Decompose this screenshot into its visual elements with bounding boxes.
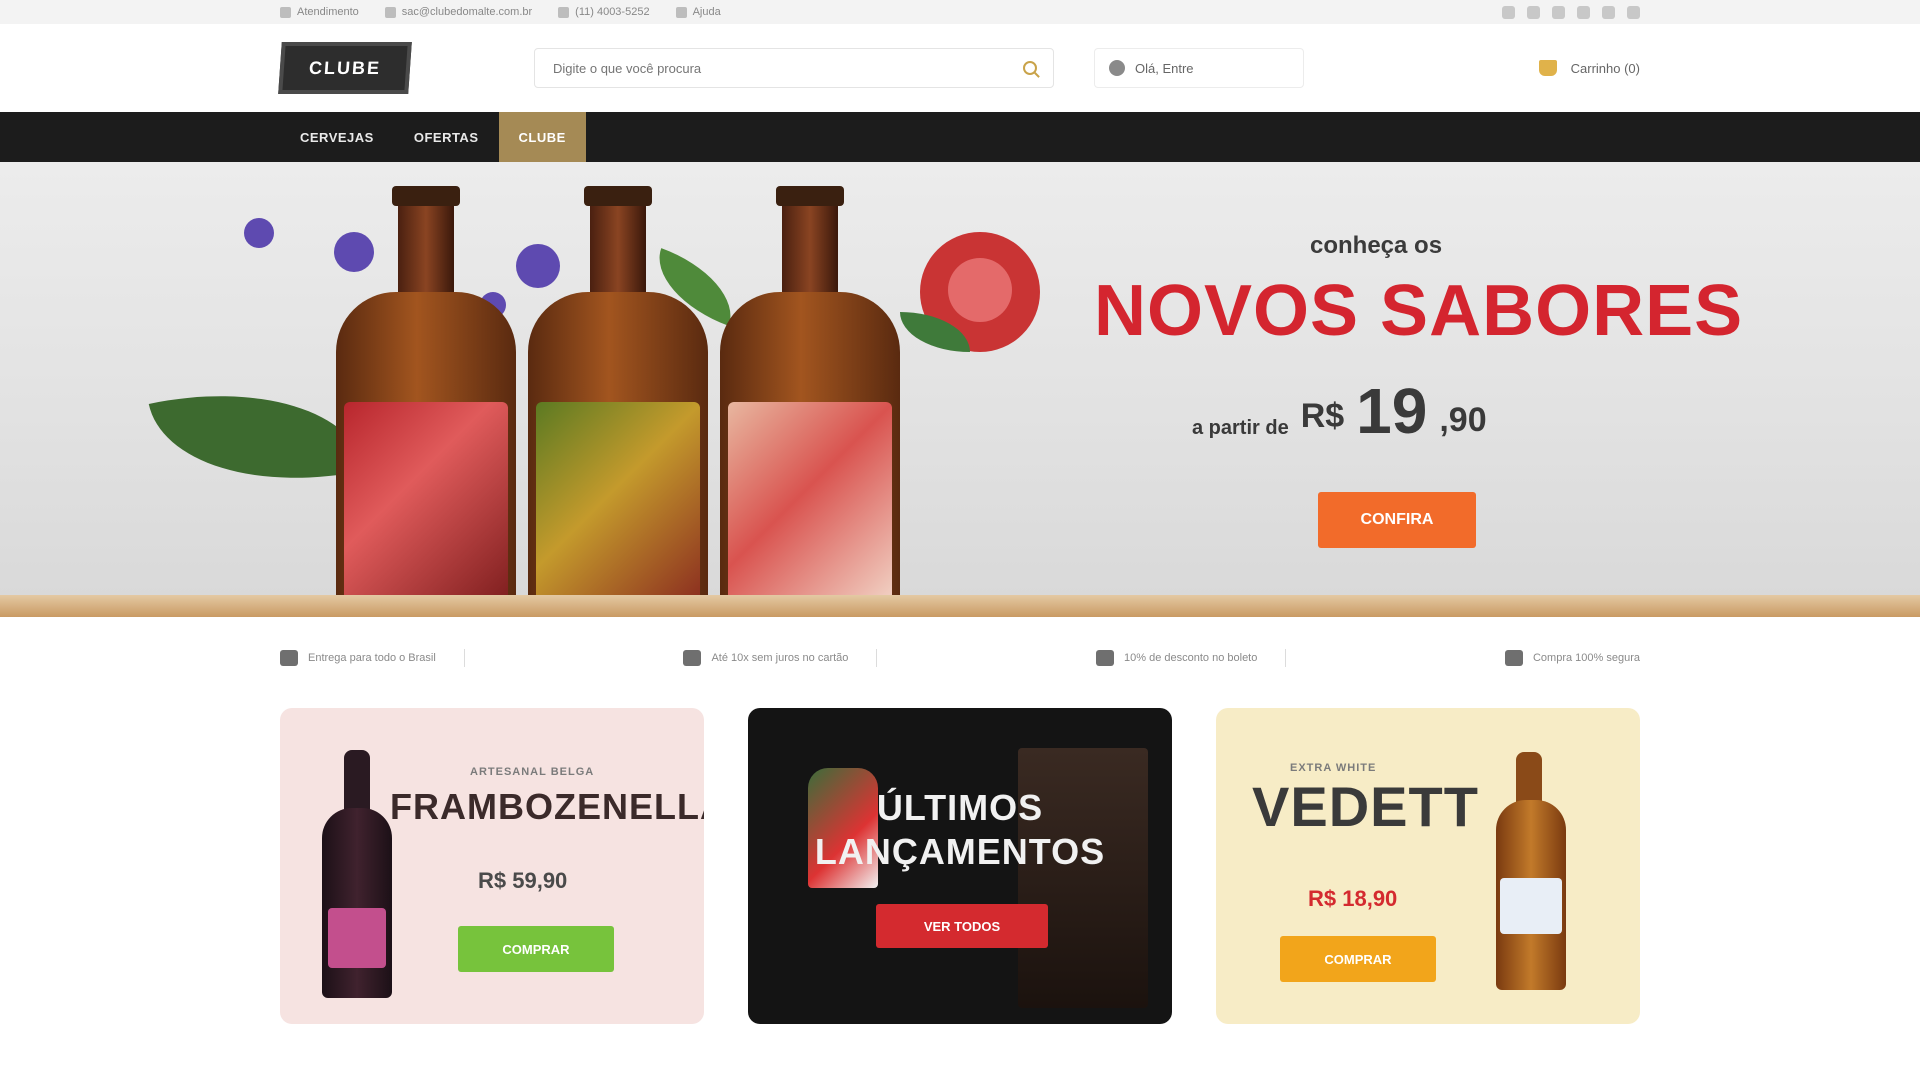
cart-label: Carrinho (0) [1570,60,1640,76]
hero-title: NOVOS SABORES [1094,271,1744,351]
hero-cta-button[interactable]: CONFIRA [1318,492,1476,548]
nav-item-cervejas[interactable]: Cervejas [280,112,394,162]
top-links: Atendimento sac@clubedomalte.com.br (11)… [280,6,721,18]
hero-banner[interactable]: conheça os NOVOS SABORES a partir de R$ … [0,162,1920,617]
promo-subtitle: EXTRA WHITE [1290,762,1377,774]
promo-buy-button[interactable]: COMPRAR [458,926,614,972]
promo-card-vedett[interactable]: EXTRA WHITE VEDETT R$ 18,90 COMPRAR [1216,708,1640,1024]
beer-bottle-image [528,186,708,617]
logo-text: CLUBE [308,57,382,78]
divider [1285,649,1287,667]
divider [463,649,465,667]
beer-bottle-image [336,186,516,617]
twitter-icon[interactable] [1552,5,1565,19]
account-label: Olá, Entre [1135,60,1194,76]
benefit-shipping: Entrega para todo o Brasil [280,649,465,667]
search-icon[interactable] [1023,61,1037,75]
promo-view-all-button[interactable]: VER TODOS [876,904,1048,948]
top-link-service[interactable]: Atendimento [280,6,359,18]
promo-cards: ARTESANAL BELGA FRAMBOZENELLA R$ 59,90 C… [280,708,1640,1024]
user-icon [1109,60,1125,76]
rose-illustration [900,202,1070,372]
top-link-email[interactable]: sac@clubedomalte.com.br [384,6,533,18]
top-link-help[interactable]: Ajuda [675,6,721,18]
top-link-phone[interactable]: (11) 4003-5252 [558,6,650,18]
instagram-icon[interactable] [1527,5,1540,19]
card-icon [683,650,702,666]
youtube-icon[interactable] [1577,5,1590,19]
top-link-label: sac@clubedomalte.com.br [401,6,533,18]
phone-icon [280,6,291,18]
top-link-label: Atendimento [297,6,359,18]
hero-price-cents: ,90 [1439,401,1487,439]
top-link-label: Ajuda [692,6,721,18]
main-nav: Cervejas Ofertas Clube [0,112,1920,162]
nav-item-ofertas[interactable]: Ofertas [394,112,499,162]
benefit-label: 10% de desconto no boleto [1124,652,1258,664]
search-box [534,48,1054,88]
nav-item-clube[interactable]: Clube [498,112,586,162]
promo-subtitle: ARTESANAL BELGA [470,766,595,778]
promo-card-launches[interactable]: ÚLTIMOS LANÇAMENTOS VER TODOS [748,708,1172,1024]
divider [876,649,878,667]
benefit-boleto: 10% de desconto no boleto [1096,649,1287,667]
nav-item-label: Cervejas [300,129,374,145]
hero-price-prefix: a partir de [1192,417,1289,439]
account-button[interactable]: Olá, Entre [1094,48,1304,88]
nav-item-label: Clube [518,129,566,145]
truck-icon [280,650,298,666]
bottle-image [322,808,392,998]
benefit-label: Compra 100% segura [1532,652,1640,664]
nav-item-label: Ofertas [413,129,479,145]
hero-currency: R$ [1300,397,1345,435]
top-link-label: (11) 4003-5252 [575,6,650,18]
social-links [1502,5,1640,19]
mail-icon [384,6,396,18]
site-logo[interactable]: CLUBE [278,42,412,94]
benefits-bar: Entrega para todo o Brasil Até 10x sem j… [280,640,1640,676]
promo-price: R$ 18,90 [1308,886,1398,911]
berry-decoration [244,218,274,248]
cart-icon [1538,60,1557,76]
promo-card-frambozenella[interactable]: ARTESANAL BELGA FRAMBOZENELLA R$ 59,90 C… [280,708,704,1024]
hero-pretitle: conheça os [1310,232,1443,259]
pinterest-icon[interactable] [1602,5,1615,19]
promo-title: FRAMBOZENELLA [390,786,704,827]
beer-bottle-image [720,186,900,617]
promo-buy-button[interactable]: COMPRAR [1280,936,1436,982]
hero-price: a partir de R$ 19 ,90 [1192,374,1487,448]
benefit-label: Até 10x sem juros no cartão [711,652,849,664]
facebook-icon[interactable] [1502,5,1515,19]
leaf-decoration [148,362,368,512]
whatsapp-icon [558,6,570,18]
promo-price: R$ 59,90 [478,868,568,893]
bottle-label [328,908,386,968]
top-bar: Atendimento sac@clubedomalte.com.br (11)… [0,0,1920,25]
help-icon [675,6,687,18]
lock-icon [1504,650,1523,666]
barcode-icon [1096,650,1115,666]
search-input[interactable] [551,59,1023,77]
promo-title: ÚLTIMOS LANÇAMENTOS [814,787,1106,872]
site-header: CLUBE Olá, Entre Carrinho (0) [0,24,1920,112]
benefit-label: Entrega para todo o Brasil [308,652,436,664]
blog-icon[interactable] [1627,5,1640,19]
benefit-secure: Compra 100% segura [1504,650,1640,666]
cart-button[interactable]: Carrinho (0) [1538,60,1640,76]
benefit-installments: Até 10x sem juros no cartão [683,649,878,667]
promo-title: VEDETT [1252,775,1479,838]
bottle-label [1500,878,1562,934]
hero-price-value: 19 [1356,375,1428,447]
